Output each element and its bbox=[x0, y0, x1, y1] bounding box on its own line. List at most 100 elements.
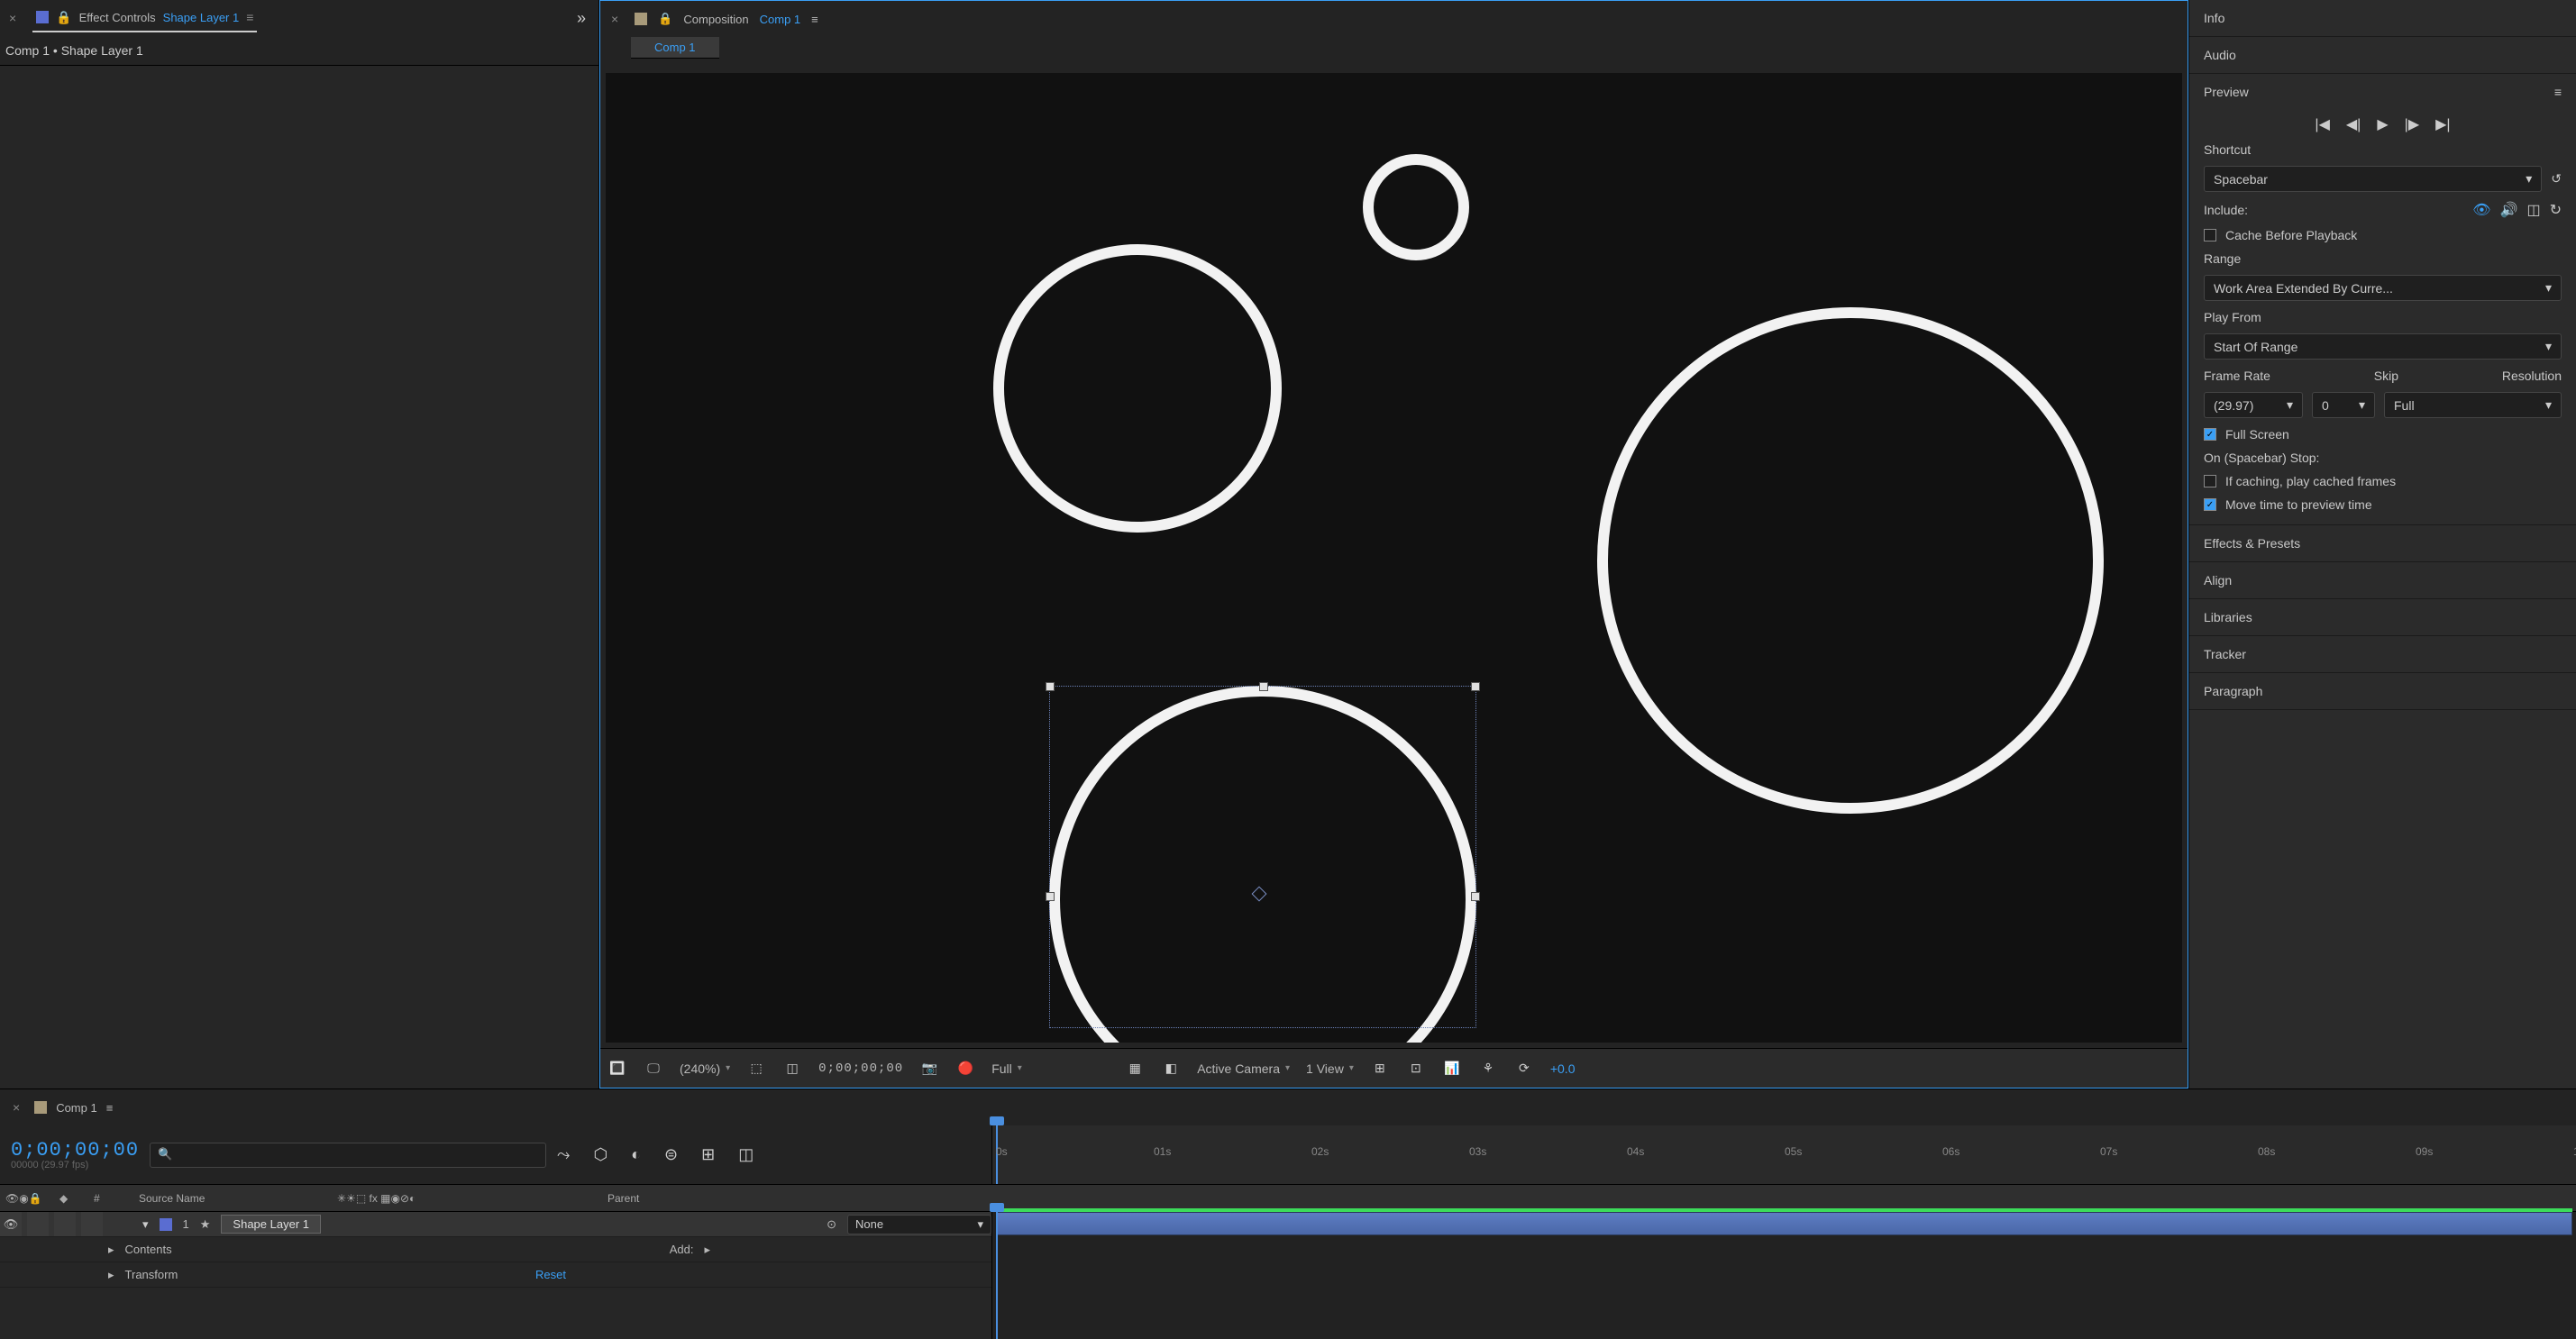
playhead-line[interactable] bbox=[996, 1212, 998, 1339]
parent-dropdown[interactable]: None▾ bbox=[847, 1215, 991, 1234]
next-frame-button[interactable]: |▶ bbox=[2405, 115, 2419, 133]
last-frame-button[interactable]: ▶| bbox=[2435, 115, 2450, 133]
anchor-point-icon[interactable] bbox=[1252, 887, 1267, 902]
skip-dropdown[interactable]: 0▾ bbox=[2312, 392, 2375, 418]
effect-controls-tab[interactable]: 🔒 Effect Controls Shape Layer 1 ≡ bbox=[32, 5, 257, 32]
preview-resolution-dropdown[interactable]: Full▾ bbox=[2384, 392, 2562, 418]
footer-timecode[interactable]: 0;00;00;00 bbox=[818, 1061, 903, 1076]
frame-blend-icon[interactable]: ◐ bbox=[631, 1145, 641, 1164]
include-overlays-icon[interactable]: ◫ bbox=[2526, 201, 2540, 219]
timeline-track-area[interactable] bbox=[991, 1212, 2576, 1339]
transparency-grid-icon[interactable]: ▦ bbox=[1125, 1061, 1145, 1077]
close-tab-button[interactable]: × bbox=[606, 12, 624, 26]
zoom-dropdown[interactable]: (240%) bbox=[680, 1061, 730, 1076]
brainstorm-icon[interactable]: ◫ bbox=[738, 1145, 754, 1164]
resolution-icon[interactable]: ⬚ bbox=[746, 1061, 766, 1077]
close-tab-button[interactable]: × bbox=[4, 11, 22, 25]
timeline-search-input[interactable]: 🔍 bbox=[150, 1143, 546, 1168]
effects-presets-panel-header[interactable]: Effects & Presets bbox=[2189, 525, 2576, 561]
lock-icon[interactable]: 🔒 bbox=[56, 10, 71, 25]
range-dropdown[interactable]: Work Area Extended By Curre...▾ bbox=[2204, 275, 2562, 301]
paragraph-panel-header[interactable]: Paragraph bbox=[2189, 673, 2576, 709]
layer-label-color[interactable] bbox=[160, 1218, 172, 1231]
shape-circle[interactable] bbox=[1597, 307, 2104, 814]
first-frame-button[interactable]: |◀ bbox=[2315, 115, 2329, 133]
shortcut-label: Shortcut bbox=[2204, 142, 2562, 157]
close-tab-button[interactable]: × bbox=[7, 1100, 25, 1115]
motion-blur-icon[interactable]: ⊜ bbox=[664, 1145, 678, 1164]
playfrom-dropdown[interactable]: Start Of Range▾ bbox=[2204, 333, 2562, 360]
play-button[interactable]: ▶ bbox=[2377, 115, 2388, 133]
layer-name[interactable]: Shape Layer 1 bbox=[221, 1215, 321, 1234]
tracker-panel-header[interactable]: Tracker bbox=[2189, 636, 2576, 672]
transform-handle[interactable] bbox=[1471, 682, 1480, 691]
panel-menu-icon[interactable]: ≡ bbox=[2554, 85, 2562, 99]
mask-icon[interactable]: ◧ bbox=[1161, 1061, 1181, 1077]
comp-subtab[interactable]: Comp 1 bbox=[631, 37, 719, 59]
cache-before-checkbox[interactable]: Cache Before Playback bbox=[2204, 228, 2562, 242]
info-panel-header[interactable]: Info bbox=[2189, 0, 2576, 36]
transform-handle[interactable] bbox=[1259, 682, 1268, 691]
magnify-icon[interactable]: 🔳 bbox=[607, 1061, 627, 1077]
transform-row[interactable]: ▸ Transform Reset bbox=[0, 1262, 991, 1288]
graph-editor-icon[interactable]: ⊞ bbox=[701, 1145, 715, 1164]
include-audio-icon[interactable]: 🔊 bbox=[2500, 201, 2518, 219]
include-video-icon[interactable]: 👁 bbox=[2472, 201, 2490, 219]
framerate-dropdown[interactable]: (29.97)▾ bbox=[2204, 392, 2303, 418]
draft3d-icon[interactable]: ⬡ bbox=[593, 1145, 607, 1164]
loop-icon[interactable]: ↻ bbox=[2550, 201, 2562, 219]
audio-panel-header[interactable]: Audio bbox=[2189, 37, 2576, 73]
lock-toggle[interactable] bbox=[81, 1212, 103, 1236]
reset-icon[interactable]: ↺ bbox=[2551, 171, 2562, 187]
timeline-ruler[interactable]: 0s01s02s03s04s05s06s07s08s09s10s bbox=[991, 1125, 2576, 1184]
display-icon[interactable]: 🖵 bbox=[644, 1061, 663, 1077]
shape-circle[interactable] bbox=[1363, 154, 1469, 260]
contents-row[interactable]: ▸ Contents Add: ▸ bbox=[0, 1237, 991, 1262]
shape-circle[interactable] bbox=[993, 244, 1282, 533]
current-timecode[interactable]: 0;00;00;00 bbox=[11, 1139, 139, 1161]
composition-viewport[interactable] bbox=[606, 73, 2182, 1043]
shortcut-dropdown[interactable]: Spacebar▾ bbox=[2204, 166, 2542, 192]
guides-icon[interactable]: ⊡ bbox=[1406, 1061, 1426, 1077]
grid-icon[interactable]: ⊞ bbox=[1370, 1061, 1390, 1077]
chart-icon[interactable]: 📊 bbox=[1442, 1061, 1462, 1077]
transform-handle[interactable] bbox=[1046, 892, 1055, 901]
video-toggle[interactable]: 👁 bbox=[0, 1212, 22, 1236]
align-panel-header[interactable]: Align bbox=[2189, 562, 2576, 598]
resolution-dropdown[interactable]: Full bbox=[991, 1061, 1109, 1076]
libraries-panel-header[interactable]: Libraries bbox=[2189, 599, 2576, 635]
layer-duration-bar[interactable] bbox=[996, 1212, 2572, 1235]
solo-toggle[interactable] bbox=[54, 1212, 76, 1236]
camera-dropdown[interactable]: Active Camera bbox=[1197, 1061, 1290, 1076]
views-dropdown[interactable]: 1 View bbox=[1306, 1061, 1354, 1076]
layer-row[interactable]: 👁 ▾ 1 ★ Shape Layer 1 ⊙ None▾ bbox=[0, 1212, 991, 1237]
snapshot-icon[interactable]: 📷 bbox=[919, 1061, 939, 1077]
twirl-icon[interactable]: ▾ bbox=[142, 1217, 149, 1232]
add-menu-button[interactable]: ▸ bbox=[704, 1243, 710, 1257]
prev-frame-button[interactable]: ◀| bbox=[2346, 115, 2361, 133]
transform-handle[interactable] bbox=[1471, 892, 1480, 901]
reset-exposure-icon[interactable]: ⟳ bbox=[1514, 1061, 1534, 1077]
lock-icon[interactable]: 🔒 bbox=[658, 12, 672, 26]
reset-button[interactable]: Reset bbox=[535, 1268, 566, 1281]
panel-menu-icon[interactable]: ≡ bbox=[811, 13, 818, 26]
onstop-cache-checkbox[interactable]: If caching, play cached frames bbox=[2204, 474, 2562, 488]
layer-color-swatch bbox=[36, 11, 49, 23]
onstop-move-checkbox[interactable]: ✓Move time to preview time bbox=[2204, 497, 2562, 512]
parent-pickwhip-icon[interactable]: ⊙ bbox=[827, 1217, 836, 1232]
region-icon[interactable]: ◫ bbox=[782, 1061, 802, 1077]
shy-toggle-icon[interactable]: ⤳ bbox=[557, 1145, 570, 1164]
flowchart-icon[interactable]: ⚘ bbox=[1478, 1061, 1498, 1077]
audio-toggle[interactable] bbox=[27, 1212, 49, 1236]
twirl-icon[interactable]: ▸ bbox=[108, 1268, 114, 1282]
overflow-chevron-icon[interactable]: » bbox=[577, 9, 595, 28]
timeline-tab[interactable]: Comp 1 bbox=[56, 1101, 97, 1115]
panel-menu-icon[interactable]: ≡ bbox=[106, 1101, 114, 1115]
transform-handle[interactable] bbox=[1046, 682, 1055, 691]
panel-menu-icon[interactable]: ≡ bbox=[246, 10, 253, 24]
exposure-value[interactable]: +0.0 bbox=[1550, 1061, 1576, 1076]
channel-icon[interactable]: 🔴 bbox=[955, 1061, 975, 1077]
preview-panel-header[interactable]: Preview ≡ bbox=[2189, 74, 2576, 110]
twirl-icon[interactable]: ▸ bbox=[108, 1243, 114, 1257]
fullscreen-checkbox[interactable]: ✓Full Screen bbox=[2204, 427, 2562, 442]
